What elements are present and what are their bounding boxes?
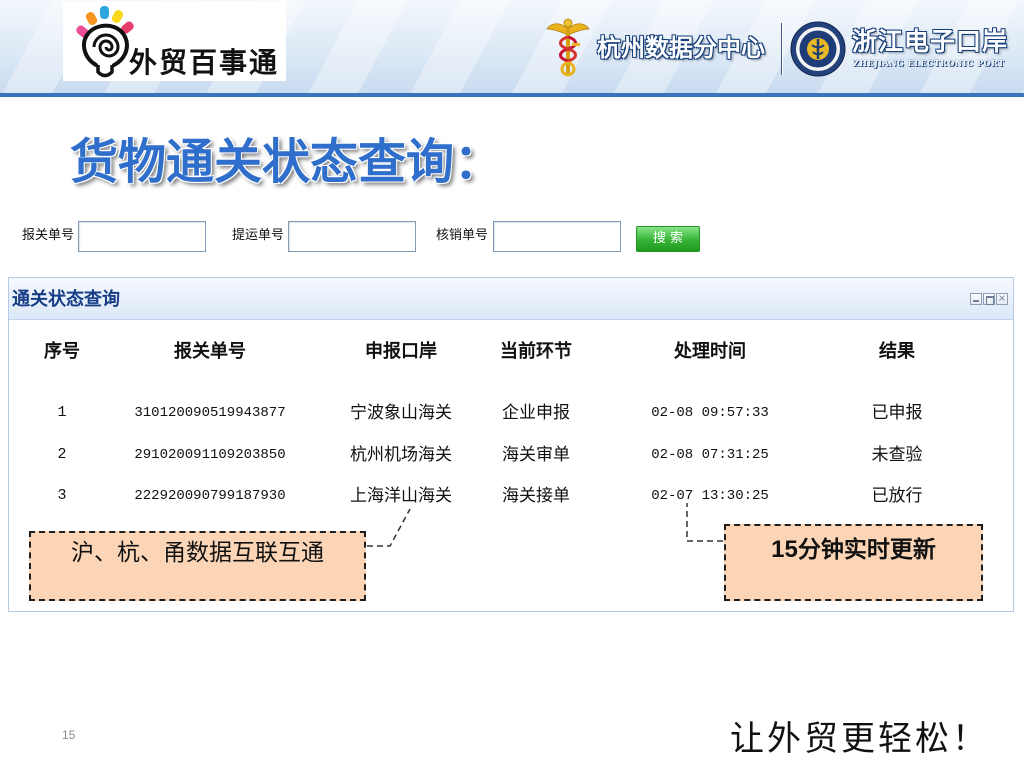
cell-stage: 海关审单 xyxy=(502,445,570,465)
cell-declaration-no: 291020091109203850 xyxy=(134,447,286,463)
maximize-icon[interactable] xyxy=(983,293,995,305)
column-header-result: 结果 xyxy=(879,341,915,362)
update-frequency-number: 15 xyxy=(771,536,798,563)
column-header-port: 申报口岸 xyxy=(365,341,437,362)
slide-page-number: 15 xyxy=(62,728,76,742)
column-header-stage: 当前环节 xyxy=(500,341,572,362)
customs-emblem-icon xyxy=(546,18,590,77)
lightbulb-logo-icon xyxy=(76,6,134,78)
cell-time: 02-07 13:30:25 xyxy=(651,488,769,504)
bill-of-lading-label: 提运单号 xyxy=(232,228,285,243)
table-header-row: 序号 报关单号 申报口岸 当前环节 处理时间 结果 xyxy=(12,337,952,367)
verification-no-label: 核销单号 xyxy=(436,228,489,243)
update-frequency-callout: 15分钟实时更新 xyxy=(724,524,983,601)
table-row: 1 310120090519943877 宁波象山海关 企业申报 02-08 0… xyxy=(12,398,952,428)
column-header-declaration-no: 报关单号 xyxy=(174,341,246,362)
panel-title: 通关状态查询 xyxy=(12,289,120,310)
port-emblem-icon xyxy=(790,21,846,77)
brand-logo[interactable]: 外贸百事通 xyxy=(63,1,286,81)
brand-name: 外贸百事通 xyxy=(129,46,280,79)
close-icon[interactable]: × xyxy=(996,293,1008,305)
cell-time: 02-08 07:31:25 xyxy=(651,447,769,463)
cell-result: 未查验 xyxy=(871,445,923,465)
declaration-no-label: 报关单号 xyxy=(22,228,75,243)
declaration-no-input[interactable] xyxy=(78,221,206,252)
interconnect-callout-text: 沪、杭、甬数据互联互通 xyxy=(71,540,324,566)
cell-port: 宁波象山海关 xyxy=(350,403,452,423)
cell-declaration-no: 222920090799187930 xyxy=(134,488,286,504)
cell-result: 已放行 xyxy=(871,486,923,506)
bill-of-lading-input[interactable] xyxy=(288,221,416,252)
data-center-name: 杭州数据分中心 xyxy=(597,34,765,62)
header-banner: 外贸百事通 杭州数据分中心 浙江电子口岸 ZHEJIANG ELECTRONIC… xyxy=(0,0,1024,97)
cell-port: 杭州机场海关 xyxy=(350,445,452,465)
table-row: 3 222920090799187930 上海洋山海关 海关接单 02-07 1… xyxy=(12,481,952,511)
cell-stage: 企业申报 xyxy=(502,403,570,423)
cell-stage: 海关接单 xyxy=(502,486,570,506)
interconnect-callout: 沪、杭、甬数据互联互通 xyxy=(29,531,366,601)
slide: 外贸百事通 杭州数据分中心 浙江电子口岸 ZHEJIANG ELECTRONIC… xyxy=(0,0,1024,768)
slogan: 让外贸更轻松！ xyxy=(730,719,989,759)
cell-declaration-no: 310120090519943877 xyxy=(134,405,286,421)
update-frequency-text: 分钟实时更新 xyxy=(797,537,936,563)
column-header-serial: 序号 xyxy=(44,341,80,362)
table-row: 2 291020091109203850 杭州机场海关 海关审单 02-08 0… xyxy=(12,440,952,470)
panel-header: 通关状态查询 × xyxy=(9,278,1013,320)
cell-result: 已申报 xyxy=(871,403,923,423)
cell-serial: 2 xyxy=(57,446,67,463)
port-name-english: ZHEJIANG ELECTRONIC PORT xyxy=(853,58,1005,68)
cell-serial: 1 xyxy=(57,404,67,421)
search-button[interactable]: 搜 索 xyxy=(636,226,700,252)
cell-serial: 3 xyxy=(57,487,67,504)
header-divider xyxy=(781,23,782,75)
verification-no-input[interactable] xyxy=(493,221,621,252)
page-title: 货物通关状态查询： xyxy=(70,134,503,190)
minimize-icon[interactable] xyxy=(970,293,982,305)
cell-port: 上海洋山海关 xyxy=(350,486,452,506)
column-header-time: 处理时间 xyxy=(674,341,746,362)
port-name: 浙江电子口岸 xyxy=(852,27,1009,56)
cell-time: 02-08 09:57:33 xyxy=(651,405,769,421)
